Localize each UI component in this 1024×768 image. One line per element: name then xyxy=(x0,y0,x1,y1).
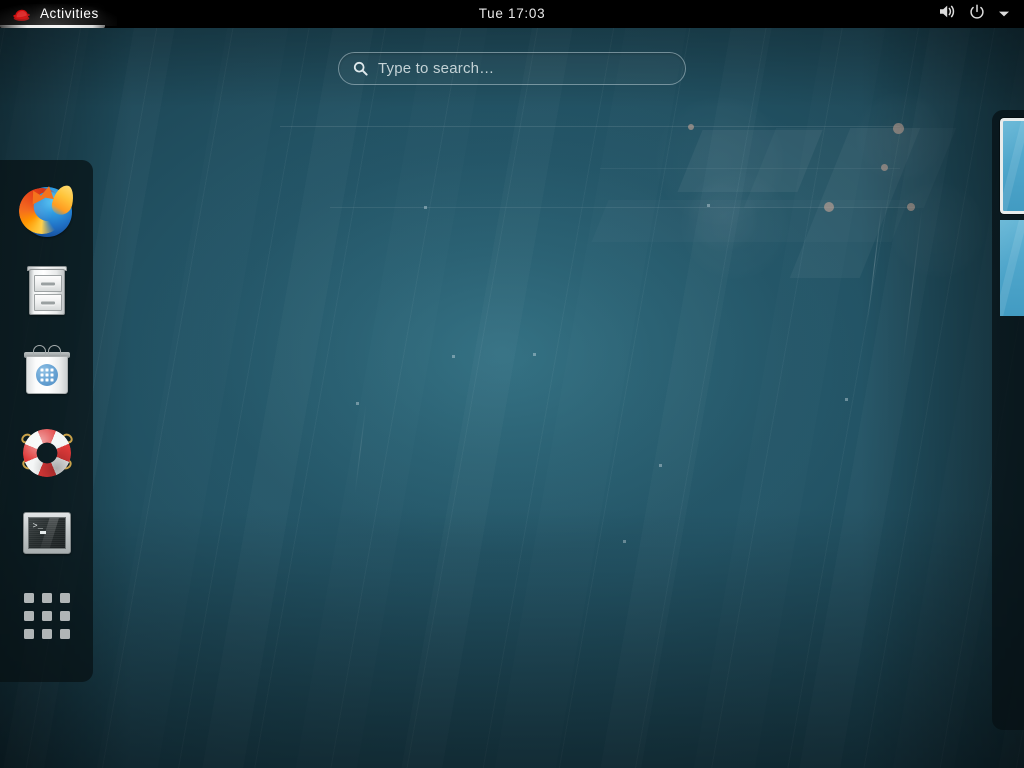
top-panel: Activities Tue 17:03 xyxy=(0,0,1024,28)
dash-item-apps[interactable] xyxy=(13,576,81,656)
files-cabinet-icon xyxy=(19,264,75,320)
wallpaper-vignette xyxy=(0,0,1024,768)
dash-item-help[interactable] xyxy=(13,412,81,492)
lifering-help-icon xyxy=(19,424,75,480)
search-placeholder: Type to search… xyxy=(378,61,494,76)
workspace-thumbnail-2[interactable] xyxy=(1000,220,1024,316)
redhat-shadowman-icon xyxy=(12,7,31,22)
system-status-area[interactable] xyxy=(931,0,1018,28)
search-icon xyxy=(353,61,368,76)
dash-item-terminal[interactable]: >_ xyxy=(13,492,81,572)
dash-item-files[interactable] xyxy=(13,252,81,332)
activities-active-indicator xyxy=(0,25,105,28)
clock-button[interactable]: Tue 17:03 xyxy=(469,0,556,28)
clock-label: Tue 17:03 xyxy=(479,7,546,21)
power-icon[interactable] xyxy=(969,4,985,25)
activities-label: Activities xyxy=(40,7,99,21)
workspace-switcher xyxy=(992,110,1024,730)
workspace-wallpaper-stripe xyxy=(1000,118,1024,214)
workspace-wallpaper-stripe xyxy=(1000,220,1024,316)
software-bag-icon xyxy=(19,344,75,400)
dash-item-software[interactable] xyxy=(13,332,81,412)
dash-panel: >_ xyxy=(0,160,93,682)
terminal-icon: >_ xyxy=(19,504,75,560)
search-input[interactable]: Type to search… xyxy=(338,52,686,85)
activities-button[interactable]: Activities xyxy=(0,0,113,28)
workspace-thumbnail-1[interactable] xyxy=(1000,118,1024,214)
app-grid-icon xyxy=(24,593,70,639)
volume-icon[interactable] xyxy=(939,4,956,24)
desktop-screen: Activities Tue 17:03 xyxy=(0,0,1024,768)
search-area: Type to search… xyxy=(0,52,1024,85)
firefox-icon xyxy=(19,184,75,240)
chevron-down-icon[interactable] xyxy=(998,5,1010,23)
dash-item-firefox[interactable] xyxy=(13,172,81,252)
desktop-wallpaper xyxy=(0,0,1024,768)
